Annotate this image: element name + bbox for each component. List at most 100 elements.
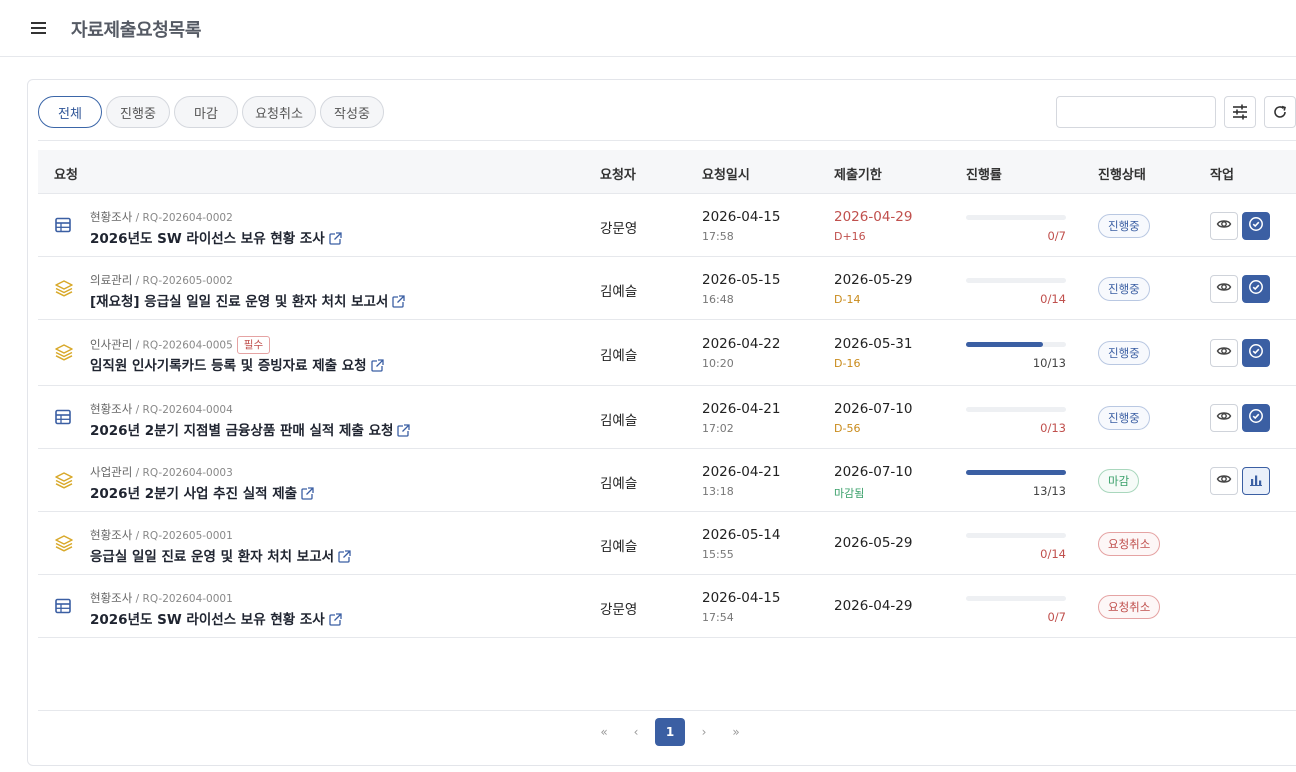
table-row[interactable]: 현황조사 / RQ-202604-0002 2026년도 SW 라이선스 보유 현… bbox=[38, 194, 1296, 257]
filter-draft[interactable]: 작성중 bbox=[320, 96, 384, 128]
external-link-icon[interactable] bbox=[370, 359, 384, 372]
requested-time: 16:48 bbox=[702, 293, 734, 306]
hamburger-menu-icon[interactable] bbox=[29, 19, 49, 37]
external-link-icon[interactable] bbox=[397, 424, 411, 437]
request-title[interactable]: [재요청] 응급실 일일 진료 운영 및 환자 처치 보고서 bbox=[90, 294, 388, 310]
check-circle-icon bbox=[1248, 408, 1264, 428]
progress-bar bbox=[966, 407, 1066, 412]
submit-button[interactable] bbox=[1242, 339, 1270, 367]
progress-bar bbox=[966, 215, 1066, 220]
requested-date: 2026-04-15 bbox=[702, 209, 781, 225]
filter-closed[interactable]: 마감 bbox=[174, 96, 238, 128]
requested-date: 2026-04-21 bbox=[702, 401, 781, 417]
status-filter-tabs: 전체 진행중 마감 요청취소 작성중 bbox=[38, 96, 384, 128]
external-link-icon[interactable] bbox=[392, 295, 406, 308]
external-link-icon[interactable] bbox=[329, 232, 342, 245]
deadline-date: 2026-05-29 bbox=[834, 272, 913, 288]
bar-chart-icon bbox=[1249, 472, 1263, 491]
progress-bar bbox=[966, 278, 1066, 283]
page-1-button[interactable]: 1 bbox=[655, 718, 685, 746]
request-code: RQ-202604-0005 bbox=[142, 339, 233, 352]
col-status: 진행상태 bbox=[1098, 168, 1146, 183]
layers-icon bbox=[54, 343, 74, 363]
external-link-icon[interactable] bbox=[329, 613, 342, 626]
progress-fill bbox=[966, 342, 1043, 347]
table-row[interactable]: 현황조사 / RQ-202604-0004 2026년 2분기 지점별 금융상품 … bbox=[38, 386, 1296, 449]
deadline-dday: D-56 bbox=[834, 422, 861, 435]
submit-button[interactable] bbox=[1242, 275, 1270, 303]
first-page-button[interactable]: « bbox=[588, 718, 620, 746]
category-line: 인사관리 / RQ-202604-0005 필수 bbox=[90, 336, 271, 354]
table-header: 요청 요청자 요청일시 제출기한 진행률 진행상태 작업 bbox=[38, 150, 1296, 194]
pagination: « ‹ 1 › » bbox=[588, 718, 752, 746]
deadline-date: 2026-05-29 bbox=[834, 535, 913, 551]
status-badge: 요청취소 bbox=[1098, 532, 1161, 556]
table-row[interactable]: 사업관리 / RQ-202604-0003 2026년 2분기 사업 추진 실적 … bbox=[38, 449, 1296, 512]
toolbar-divider bbox=[38, 140, 1296, 141]
progress-bar bbox=[966, 533, 1066, 538]
eye-icon bbox=[1216, 408, 1232, 428]
filter-settings-button[interactable] bbox=[1224, 96, 1256, 128]
view-button[interactable] bbox=[1210, 275, 1238, 303]
status-badge: 요청취소 bbox=[1098, 595, 1161, 619]
request-title-line: 2026년 2분기 사업 추진 실적 제출 bbox=[90, 482, 315, 502]
view-button[interactable] bbox=[1210, 212, 1238, 240]
progress-bar bbox=[966, 342, 1066, 347]
requester-name: 김예슬 bbox=[600, 284, 638, 300]
progress-text: 0/7 bbox=[1047, 229, 1066, 243]
status-badge: 진행중 bbox=[1098, 277, 1150, 301]
request-code: RQ-202604-0004 bbox=[142, 404, 233, 416]
filter-cancelled[interactable]: 요청취소 bbox=[242, 96, 316, 128]
eye-icon bbox=[1216, 471, 1232, 491]
progress-text: 0/14 bbox=[1040, 292, 1066, 306]
category-line: 현황조사 / RQ-202604-0004 bbox=[90, 402, 233, 416]
request-code: RQ-202604-0001 bbox=[142, 593, 233, 605]
view-button[interactable] bbox=[1210, 339, 1238, 367]
filter-all[interactable]: 전체 bbox=[38, 96, 102, 128]
table-row[interactable]: 현황조사 / RQ-202605-0001 응급실 일일 진료 운영 및 환자 처… bbox=[38, 512, 1296, 575]
deadline-dday: D+16 bbox=[834, 230, 866, 243]
next-page-button[interactable]: › bbox=[688, 718, 720, 746]
progress-text: 0/13 bbox=[1040, 421, 1066, 435]
progress-text: 10/13 bbox=[1032, 356, 1066, 370]
requester-name: 김예슬 bbox=[600, 413, 638, 429]
view-button[interactable] bbox=[1210, 404, 1238, 432]
table-row[interactable]: 현황조사 / RQ-202604-0001 2026년도 SW 라이선스 보유 현… bbox=[38, 575, 1296, 638]
request-title[interactable]: 임직원 인사기록카드 등록 및 증빙자료 제출 요청 bbox=[90, 358, 367, 374]
requester-name: 김예슬 bbox=[600, 348, 638, 364]
table-row[interactable]: 인사관리 / RQ-202604-0005 필수임직원 인사기록카드 등록 및 증… bbox=[38, 320, 1296, 386]
prev-page-button[interactable]: ‹ bbox=[620, 718, 652, 746]
requested-date: 2026-05-15 bbox=[702, 272, 781, 288]
requested-time: 15:55 bbox=[702, 548, 734, 561]
requested-time: 17:54 bbox=[702, 611, 734, 624]
request-code: RQ-202604-0003 bbox=[142, 467, 233, 479]
requested-time: 17:58 bbox=[702, 230, 734, 243]
search-input[interactable] bbox=[1056, 96, 1216, 128]
request-title[interactable]: 2026년 2분기 지점별 금융상품 판매 실적 제출 요청 bbox=[90, 423, 393, 439]
layers-icon bbox=[54, 471, 74, 491]
filter-ongoing[interactable]: 진행중 bbox=[106, 96, 170, 128]
submit-button[interactable] bbox=[1242, 212, 1270, 240]
request-title[interactable]: 2026년도 SW 라이선스 보유 현황 조사 bbox=[90, 231, 325, 247]
refresh-button[interactable] bbox=[1264, 96, 1296, 128]
submit-button[interactable] bbox=[1242, 404, 1270, 432]
progress-bar bbox=[966, 596, 1066, 601]
view-button[interactable] bbox=[1210, 467, 1238, 495]
category-label: 의료관리 bbox=[90, 273, 133, 287]
stats-button[interactable] bbox=[1242, 467, 1270, 495]
deadline-dday: D-14 bbox=[834, 293, 861, 306]
deadline-date: 2026-05-31 bbox=[834, 336, 913, 352]
requested-date: 2026-04-21 bbox=[702, 464, 781, 480]
table-icon bbox=[54, 408, 74, 428]
last-page-button[interactable]: » bbox=[720, 718, 752, 746]
required-badge: 필수 bbox=[236, 336, 271, 354]
external-link-icon[interactable] bbox=[301, 487, 315, 500]
col-progress: 진행률 bbox=[966, 168, 1002, 183]
request-title[interactable]: 응급실 일일 진료 운영 및 환자 처치 보고서 bbox=[90, 549, 334, 565]
external-link-icon[interactable] bbox=[338, 550, 352, 563]
eye-icon bbox=[1216, 216, 1232, 236]
request-code: RQ-202605-0002 bbox=[142, 275, 233, 287]
request-title[interactable]: 2026년 2분기 사업 추진 실적 제출 bbox=[90, 486, 297, 502]
request-title[interactable]: 2026년도 SW 라이선스 보유 현황 조사 bbox=[90, 612, 325, 628]
table-row[interactable]: 의료관리 / RQ-202605-0002 [재요청] 응급실 일일 진료 운영 … bbox=[38, 257, 1296, 320]
